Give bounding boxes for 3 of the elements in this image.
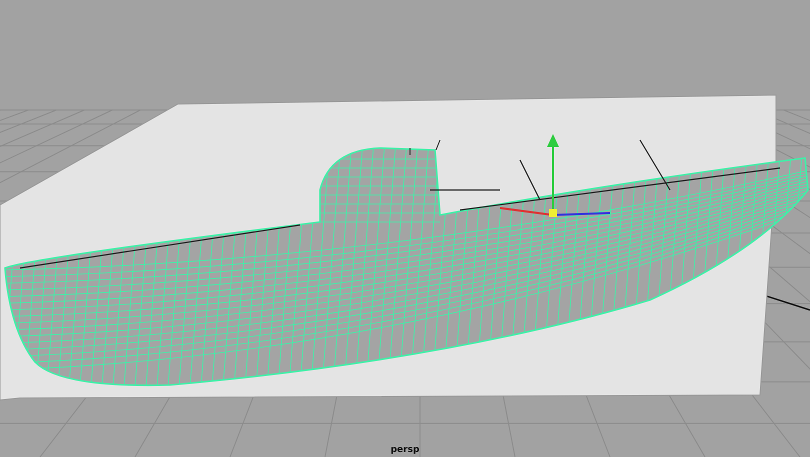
camera-label: persp bbox=[390, 445, 420, 455]
move-manipulator-icon[interactable] bbox=[500, 134, 610, 217]
3d-viewport[interactable]: persp bbox=[0, 0, 810, 457]
